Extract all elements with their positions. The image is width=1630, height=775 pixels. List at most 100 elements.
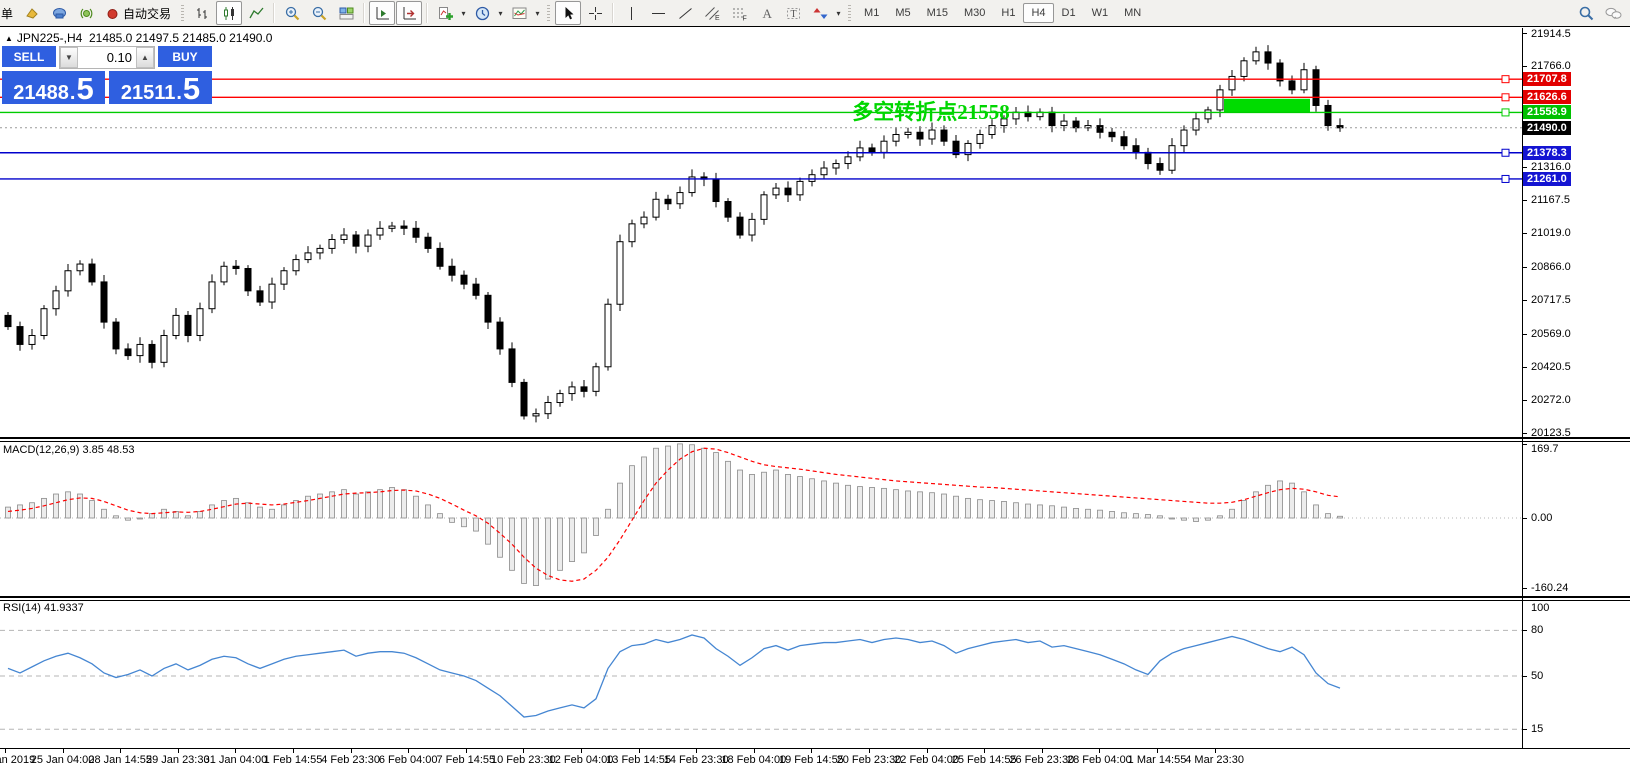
x-axis-tick bbox=[177, 748, 179, 753]
y-axis-tick bbox=[1522, 33, 1527, 34]
y-axis-label: 21019.0 bbox=[1531, 227, 1571, 239]
price-badge: 21490.0 bbox=[1523, 120, 1571, 135]
y-axis-label: 20123.5 bbox=[1531, 427, 1571, 439]
price-axis-border bbox=[1522, 28, 1523, 748]
x-axis-tick bbox=[1157, 748, 1158, 753]
rsi-axis-tick bbox=[1522, 600, 1527, 601]
x-axis-label: 7 Feb 14:55 bbox=[436, 754, 496, 766]
x-axis-tick bbox=[811, 748, 813, 753]
x-axis-label: 31 Jan 04:00 bbox=[203, 754, 268, 766]
y-axis-tick bbox=[1522, 199, 1527, 201]
buy-price-frac: 5 bbox=[182, 71, 201, 106]
x-axis-tick bbox=[581, 748, 582, 753]
x-axis-label: 22 Feb 04:00 bbox=[894, 754, 960, 766]
rsi-label: RSI(14) 41.9337 bbox=[3, 602, 84, 614]
volume-down-button[interactable]: ▼ bbox=[60, 47, 78, 68]
x-axis-label: 12 Feb 04:00 bbox=[548, 754, 614, 766]
volume-stepper: ▼ ▲ bbox=[59, 46, 155, 69]
x-axis-label: 28 Feb 04:00 bbox=[1066, 754, 1132, 766]
y-axis-tick bbox=[1522, 399, 1527, 401]
rsi-axis-label: 15 bbox=[1531, 723, 1544, 736]
rsi-axis-tick bbox=[1522, 729, 1527, 731]
x-axis-label: 4 Mar 23:30 bbox=[1185, 754, 1244, 766]
sell-button[interactable]: SELL bbox=[2, 46, 56, 69]
ohlc-values: 21485.0 21497.5 21485.0 21490.0 bbox=[88, 31, 273, 45]
x-axis-label: 10 Feb 23:30 bbox=[490, 754, 556, 766]
macd-axis-label: 169.7 bbox=[1531, 443, 1559, 455]
rsi-axis-tick bbox=[1522, 676, 1527, 677]
x-axis-label: 13 Feb 14:55 bbox=[606, 754, 672, 766]
y-axis-label: 20569.0 bbox=[1531, 327, 1571, 340]
rsi-splitter[interactable] bbox=[0, 596, 1630, 601]
y-axis-label: 21766.0 bbox=[1531, 60, 1571, 73]
x-axis-tick bbox=[523, 748, 525, 753]
y-axis-label: 21316.0 bbox=[1531, 160, 1571, 173]
rsi-axis-label: 80 bbox=[1531, 624, 1544, 637]
x-axis-label: 20 Feb 23:30 bbox=[836, 754, 902, 766]
x-axis-tick bbox=[753, 748, 755, 753]
x-axis-label: 14 Feb 23:30 bbox=[663, 754, 729, 766]
x-axis-tick bbox=[465, 748, 467, 753]
y-axis-tick bbox=[1522, 433, 1527, 434]
x-axis-tick bbox=[293, 748, 294, 753]
x-axis-tick bbox=[1041, 748, 1043, 753]
y-axis-label: 21167.5 bbox=[1531, 193, 1570, 206]
x-axis-tick bbox=[5, 748, 6, 753]
x-axis-tick bbox=[984, 748, 986, 753]
price-badge: 21626.6 bbox=[1523, 90, 1571, 105]
volume-input[interactable] bbox=[78, 47, 136, 68]
y-axis-tick bbox=[1522, 66, 1527, 68]
macd-splitter[interactable] bbox=[0, 437, 1630, 442]
x-axis-label: 26 Feb 23:30 bbox=[1009, 754, 1075, 766]
y-axis-label: 21914.5 bbox=[1531, 28, 1571, 40]
x-axis-tick bbox=[120, 748, 122, 753]
x-axis-label: 1 Mar 14:55 bbox=[1127, 754, 1187, 766]
price-badge: 21558.9 bbox=[1523, 105, 1571, 120]
price-badge: 21261.0 bbox=[1523, 171, 1571, 186]
y-axis-tick bbox=[1522, 166, 1527, 168]
y-axis-tick bbox=[1522, 267, 1527, 269]
x-axis-label: 25 Jan 04:00 bbox=[30, 754, 95, 766]
x-axis-tick bbox=[62, 748, 64, 753]
x-axis-label: 19 Feb 14:55 bbox=[778, 754, 844, 766]
rsi-axis-label: 100 bbox=[1531, 602, 1550, 614]
macd-axis-tick bbox=[1522, 587, 1527, 589]
buy-price-dot: . bbox=[176, 82, 182, 104]
x-axis-tick bbox=[350, 748, 352, 753]
one-click-trading-panel: SELL ▼ ▲ BUY 21488.5 21511.5 bbox=[2, 46, 212, 106]
x-axis-tick bbox=[638, 748, 640, 753]
buy-price-int: 21511 bbox=[120, 82, 176, 104]
x-axis-label: 6 Feb 04:00 bbox=[378, 754, 438, 766]
y-axis-tick bbox=[1522, 300, 1527, 302]
price-badge: 21707.8 bbox=[1523, 72, 1571, 87]
x-axis-label: 18 Feb 04:00 bbox=[721, 754, 787, 766]
sell-price-frac: 5 bbox=[76, 71, 94, 106]
x-axis-label: 29 Jan 23:30 bbox=[145, 754, 210, 766]
macd-axis-tick bbox=[1522, 444, 1527, 445]
sell-price-int: 21488 bbox=[13, 82, 69, 104]
x-axis-label: 1 Feb 14:55 bbox=[263, 754, 323, 766]
symbol-period-label: JPN225-,H4 bbox=[16, 31, 83, 45]
x-axis-label: 25 Feb 14:55 bbox=[951, 754, 1017, 766]
rsi-axis-tick bbox=[1522, 630, 1527, 632]
macd-label: MACD(12,26,9) 3.85 48.53 bbox=[3, 444, 135, 456]
sell-price-dot: . bbox=[69, 82, 76, 104]
buy-price-display[interactable]: 21511. 5 bbox=[109, 71, 212, 106]
y-axis-tick bbox=[1522, 366, 1527, 368]
collapse-triangle-icon[interactable]: ▲ bbox=[5, 34, 13, 43]
chart-title: ▲ JPN225-,H4 21485.0 21497.5 21485.0 2149… bbox=[5, 31, 272, 45]
x-axis-tick bbox=[1214, 748, 1216, 753]
y-axis-label: 20420.5 bbox=[1531, 360, 1571, 373]
buy-button[interactable]: BUY bbox=[158, 46, 212, 69]
sell-price-display[interactable]: 21488. 5 bbox=[2, 71, 105, 106]
y-axis-label: 20717.5 bbox=[1531, 294, 1571, 307]
x-axis-tick bbox=[926, 748, 928, 753]
pivot-annotation: 多空转折点21558 bbox=[852, 100, 1010, 124]
x-axis-label: 28 Jan 14:55 bbox=[88, 754, 152, 766]
macd-axis-label: 0.00 bbox=[1531, 512, 1553, 524]
x-axis-label: 4 Feb 23:30 bbox=[321, 754, 380, 766]
macd-axis-label: -160.24 bbox=[1531, 581, 1569, 594]
volume-up-button[interactable]: ▲ bbox=[136, 47, 154, 68]
x-axis-tick bbox=[235, 748, 237, 753]
y-axis-label: 20272.0 bbox=[1531, 393, 1571, 406]
